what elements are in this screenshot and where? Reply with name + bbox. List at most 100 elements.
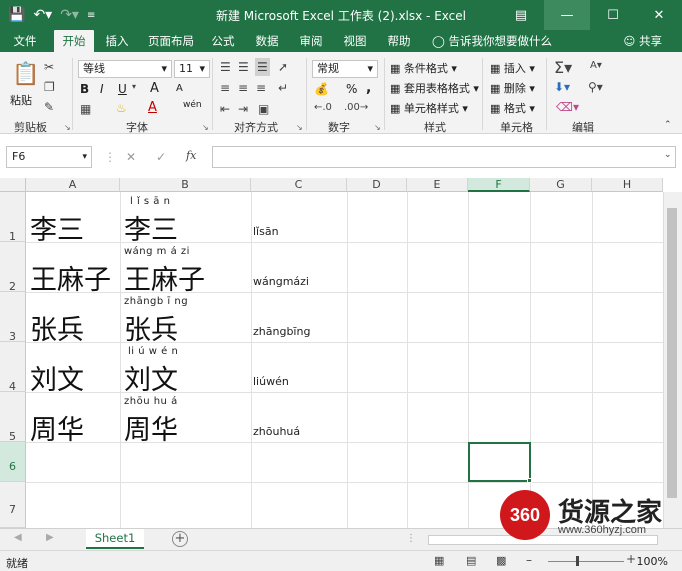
merge-center-icon[interactable]: ▣ — [258, 102, 269, 116]
number-format-select[interactable]: 常规 ▾ — [312, 60, 378, 78]
grow-font-button[interactable]: A — [150, 81, 159, 96]
tab-formulas[interactable]: 公式 — [206, 30, 240, 52]
format-painter-icon[interactable]: ✎ — [44, 100, 54, 114]
close-icon[interactable]: ✕ — [636, 0, 682, 30]
next-sheet-icon[interactable]: ▶ — [46, 532, 54, 543]
tab-home[interactable]: 开始 — [54, 30, 94, 52]
tab-data[interactable]: 数据 — [250, 30, 284, 52]
zoom-in-icon[interactable]: + — [626, 552, 636, 566]
zoom-slider[interactable] — [548, 561, 624, 562]
cell-c1[interactable]: lǐsān — [253, 225, 279, 238]
copy-icon[interactable]: ❐ — [44, 80, 55, 94]
shrink-font-button[interactable]: A — [176, 83, 183, 94]
tab-file[interactable]: 文件 — [8, 30, 42, 52]
clear-icon[interactable]: ⌫▾ — [556, 100, 579, 114]
underline-button[interactable]: U — [118, 82, 127, 96]
insert-cells-button[interactable]: ▦ 插入 ▾ — [490, 60, 535, 76]
enter-icon[interactable]: ✓ — [156, 150, 166, 164]
column-header-g[interactable]: G — [530, 178, 592, 192]
column-header-d[interactable]: D — [347, 178, 407, 192]
underline-dropdown-icon[interactable]: ▾ — [132, 82, 136, 91]
decrease-decimal-icon[interactable]: .00→ — [344, 102, 368, 113]
cell-styles-button[interactable]: ▦ 单元格样式 ▾ — [390, 100, 468, 116]
minimize-icon[interactable]: — — [544, 0, 590, 30]
bold-button[interactable]: B — [80, 82, 89, 96]
row-header-5[interactable]: 5 — [0, 392, 26, 443]
fill-handle[interactable] — [527, 478, 532, 483]
tab-help[interactable]: 帮助 — [382, 30, 416, 52]
find-select-icon[interactable]: ⚲▾ — [588, 80, 603, 94]
previous-sheet-icon[interactable]: ◀ — [14, 532, 22, 543]
cell-b3[interactable]: 张兵 — [124, 308, 178, 347]
tell-me-box[interactable]: ◯ 告诉我你想要做什么 — [432, 33, 552, 49]
active-cell-f6[interactable] — [468, 442, 531, 482]
paste-label[interactable]: 粘贴 — [10, 92, 32, 108]
percent-button[interactable]: % — [346, 82, 357, 96]
top-align-icon[interactable]: ☰ — [220, 60, 231, 74]
delete-cells-button[interactable]: ▦ 删除 ▾ — [490, 80, 535, 96]
increase-indent-icon[interactable]: ⇥ — [238, 102, 248, 116]
cell-b2[interactable]: 王麻子 — [124, 258, 205, 297]
alignment-launcher-icon[interactable]: ↘ — [296, 123, 303, 132]
align-center-icon[interactable]: ≡ — [238, 81, 248, 95]
tab-insert[interactable]: 插入 — [100, 30, 134, 52]
zoom-slider-knob[interactable] — [576, 556, 579, 566]
sheet-tab-sheet1[interactable]: Sheet1 — [86, 529, 144, 549]
cell-c4[interactable]: liúwén — [253, 375, 289, 388]
conditional-formatting-button[interactable]: ▦ 条件格式 ▾ — [390, 60, 457, 76]
cell-c2[interactable]: wángmázi — [253, 275, 309, 288]
autosum-icon[interactable]: Σ▾ — [554, 58, 572, 77]
column-header-h[interactable]: H — [592, 178, 663, 192]
worksheet-grid[interactable]: A B C D E F G H 1 2 3 4 5 6 7 李三 l ǐ s ā… — [0, 178, 682, 528]
normal-view-icon[interactable]: ▦ — [434, 554, 444, 567]
page-layout-view-icon[interactable]: ▤ — [466, 554, 476, 567]
paste-icon[interactable]: 📋 — [12, 62, 39, 87]
tab-page-layout[interactable]: 页面布局 — [144, 30, 198, 52]
tab-view[interactable]: 视图 — [338, 30, 372, 52]
orientation-icon[interactable]: ➚ — [278, 60, 288, 74]
phonetic-guide-button[interactable]: wén — [183, 100, 202, 110]
page-break-view-icon[interactable]: ▩ — [496, 554, 506, 567]
comma-button[interactable]: , — [366, 80, 371, 96]
italic-button[interactable]: I — [100, 82, 104, 96]
font-launcher-icon[interactable]: ↘ — [202, 123, 209, 132]
bottom-align-icon[interactable]: ☰ — [255, 58, 270, 76]
font-name-select[interactable]: 等线 ▾ — [78, 60, 172, 78]
row-header-1[interactable]: 1 — [0, 192, 26, 243]
row-header-2[interactable]: 2 — [0, 242, 26, 293]
decrease-indent-icon[interactable]: ⇤ — [220, 102, 230, 116]
currency-icon[interactable]: 💰 — [314, 82, 329, 96]
cell-c5[interactable]: zhōuhuá — [253, 425, 300, 438]
column-header-f[interactable]: F — [468, 178, 530, 192]
cell-a4[interactable]: 刘文 — [30, 358, 84, 397]
row-header-6[interactable]: 6 — [0, 442, 26, 482]
select-all-corner[interactable] — [0, 178, 26, 192]
row-header-7[interactable]: 7 — [0, 482, 26, 528]
insert-function-icon[interactable]: fx — [186, 149, 196, 162]
fill-color-icon[interactable]: ♨ — [116, 101, 127, 115]
expand-formula-icon[interactable]: ⌄ — [664, 150, 672, 160]
cell-b4[interactable]: 刘文 — [124, 358, 178, 397]
row-header-4[interactable]: 4 — [0, 342, 26, 393]
clipboard-launcher-icon[interactable]: ↘ — [64, 123, 71, 132]
align-right-icon[interactable]: ≡ — [256, 81, 266, 95]
font-size-select[interactable]: 11 ▾ — [174, 60, 210, 78]
tab-review[interactable]: 审阅 — [294, 30, 328, 52]
cell-a2[interactable]: 王麻子 — [30, 258, 111, 297]
align-left-icon[interactable]: ≡ — [220, 81, 230, 95]
formula-input[interactable] — [212, 146, 676, 168]
name-box[interactable]: F6 ▾ — [6, 146, 92, 168]
borders-icon[interactable]: ▦ — [80, 102, 91, 116]
cell-b5[interactable]: 周华 — [124, 408, 178, 447]
cell-a3[interactable]: 张兵 — [30, 308, 84, 347]
ribbon-display-icon[interactable]: ▤ — [498, 0, 544, 30]
format-as-table-button[interactable]: ▦ 套用表格格式 ▾ — [390, 80, 479, 96]
vertical-scroll-thumb[interactable] — [667, 208, 677, 498]
wrap-text-icon[interactable]: ↵ — [278, 81, 288, 95]
format-cells-button[interactable]: ▦ 格式 ▾ — [490, 100, 535, 116]
share-button[interactable]: ☺ 共享 — [623, 33, 662, 49]
fill-icon[interactable]: ⬇▾ — [554, 80, 570, 94]
zoom-out-icon[interactable]: – — [526, 553, 532, 567]
cell-c3[interactable]: zhāngbīng — [253, 325, 310, 338]
column-header-a[interactable]: A — [26, 178, 120, 192]
